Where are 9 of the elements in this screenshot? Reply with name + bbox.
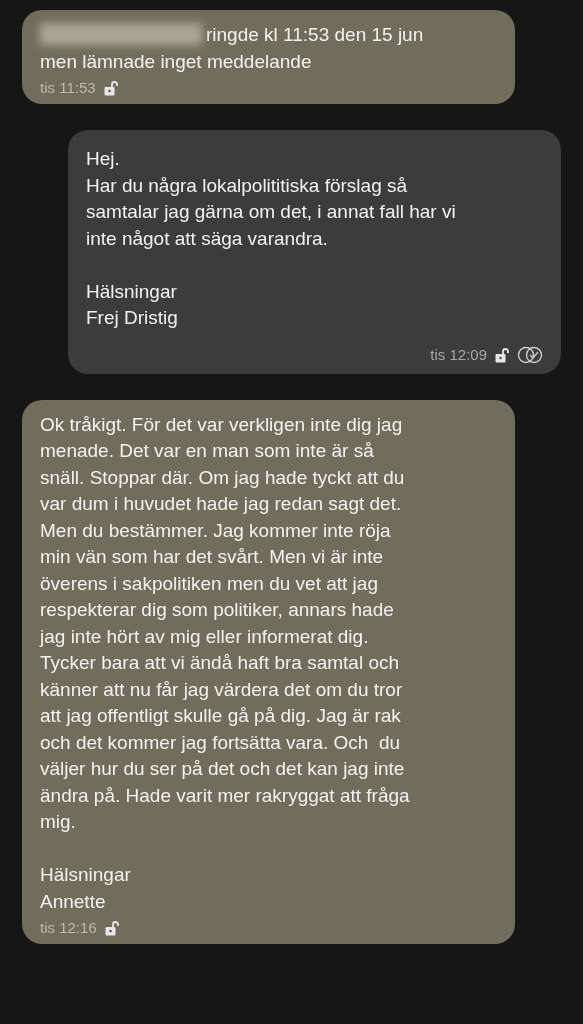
message-time: tis 12:09 <box>430 346 487 363</box>
message-time: tis 11:53 <box>40 79 96 96</box>
message-time: tis 12:16 <box>40 919 97 936</box>
message-text: Ok tråkigt. För det var verkligen inte dig jag menade. Det var en man som inte är så snäll. Stoppar där. Om jag hade tyckt att du var dum i huvudet hade jag redan sagt det. Men du bestämmer. Jag kommer inte röja min vän som har det svårt. Men vi är inte överens i sakpolitiken men du vet att jag respekterar dig som politiker, annars hade jag inte hört av mig eller informerat dig. Tycker bara att vi ändå haft bra samtal och känner att nu får jag värdera det om du tror att jag offentligt skulle gå på dig. Jag är rak och det kommer jag fortsätta vara. Och du väljer hur du ser på det och det kan jag inte ändra på. Hade varit mer rakryggat att fråga mig. Hälsningar Annette <box>40 413 410 912</box>
unlocked-padlock-icon <box>103 79 118 96</box>
unlocked-padlock-icon <box>495 346 509 363</box>
unlocked-padlock-icon <box>104 919 119 936</box>
message-text: ringde kl 11:53 den 15 jun men lämnade inget meddelande <box>40 24 424 72</box>
message-text: Hej. Har du några lokalpolititiska förslag så samtalar jag gärna om det, i annat fall har vi inte något att säga varandra. Hälsningar Frej Dristig <box>86 148 456 328</box>
